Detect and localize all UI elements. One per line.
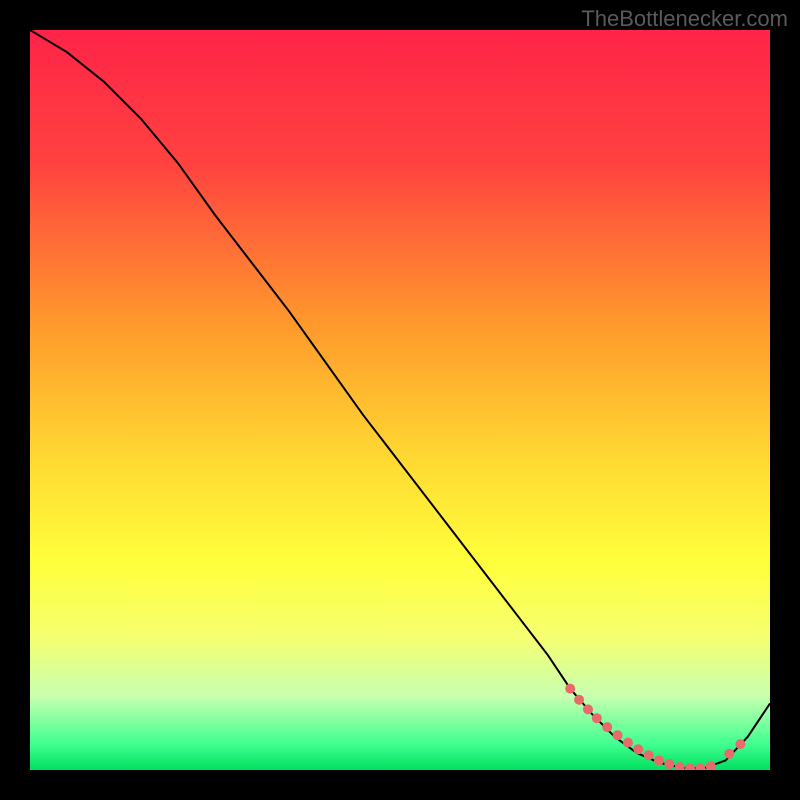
marker-point — [583, 704, 593, 714]
curve-layer — [30, 30, 770, 770]
marker-point — [724, 749, 734, 759]
marker-point — [654, 755, 664, 765]
marker-point — [592, 713, 602, 723]
optimal-range-markers — [565, 684, 745, 770]
marker-point — [735, 739, 745, 749]
marker-point — [602, 722, 612, 732]
marker-point — [685, 764, 695, 770]
marker-point — [565, 684, 575, 694]
marker-point — [706, 761, 716, 770]
marker-point — [695, 764, 705, 770]
marker-point — [613, 730, 623, 740]
marker-point — [644, 750, 654, 760]
marker-point — [574, 695, 584, 705]
chart-container: TheBottlenecker.com — [0, 0, 800, 800]
marker-point — [675, 762, 685, 770]
bottleneck-curve — [30, 30, 770, 769]
marker-point — [633, 744, 643, 754]
plot-area — [30, 30, 770, 770]
watermark-text: TheBottlenecker.com — [581, 6, 788, 32]
marker-point — [664, 759, 674, 769]
marker-point — [623, 738, 633, 748]
